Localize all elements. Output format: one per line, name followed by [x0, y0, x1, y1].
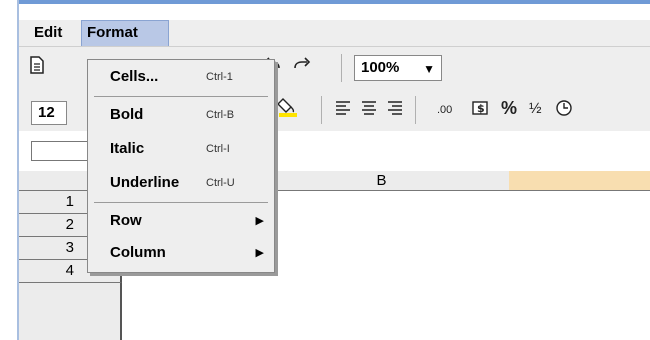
toolbar-separator	[415, 96, 416, 124]
menu-item-label: Underline	[110, 174, 180, 191]
menu-item-bold[interactable]: Bold Ctrl-B	[88, 100, 274, 130]
fill-color-icon[interactable]	[277, 95, 299, 124]
spreadsheet-app: Edit Format 100% ▼ 12 .00 $ % ½ B 1 2 3 …	[19, 4, 650, 340]
menu-item-cells[interactable]: Cells... Ctrl-1	[88, 62, 274, 92]
menu-item-row[interactable]: Row ▶	[88, 206, 274, 236]
align-left-icon[interactable]	[335, 100, 351, 121]
format-menu-dropdown: Cells... Ctrl-1 Bold Ctrl-B Italic Ctrl-…	[87, 59, 275, 273]
menu-item-shortcut: Ctrl-I	[206, 143, 230, 155]
toolbar-separator	[321, 96, 322, 124]
menu-edit[interactable]: Edit	[29, 20, 79, 46]
font-size-select[interactable]: 12	[31, 101, 67, 125]
submenu-arrow-icon: ▶	[255, 215, 264, 227]
menu-separator	[94, 202, 268, 203]
menu-item-column[interactable]: Column ▶	[88, 238, 274, 268]
percent-button[interactable]: %	[501, 98, 517, 119]
menu-item-shortcut: Ctrl-1	[206, 71, 233, 83]
redo-icon[interactable]	[291, 57, 311, 78]
fraction-button[interactable]: ½	[529, 100, 542, 117]
align-center-icon[interactable]	[361, 100, 377, 121]
menu-item-label: Cells...	[110, 68, 159, 85]
decimals-button[interactable]: .00	[437, 104, 452, 116]
clock-icon[interactable]	[555, 99, 573, 122]
column-header-b[interactable]: B	[254, 171, 509, 191]
submenu-arrow-icon: ▶	[255, 247, 264, 259]
menu-format[interactable]: Format	[81, 20, 169, 46]
chevron-down-icon: ▼	[423, 62, 435, 76]
menu-item-shortcut: Ctrl-B	[206, 109, 235, 121]
zoom-value: 100%	[361, 59, 400, 76]
align-right-icon[interactable]	[387, 100, 403, 121]
menu-item-underline[interactable]: Underline Ctrl-U	[88, 168, 274, 198]
toolbar-separator	[341, 54, 342, 82]
svg-text:$: $	[477, 102, 485, 115]
menubar: Edit Format	[19, 20, 650, 47]
new-document-icon[interactable]	[29, 56, 45, 79]
menu-item-label: Column	[110, 244, 166, 261]
column-header-c[interactable]	[509, 171, 650, 191]
menu-item-italic[interactable]: Italic Ctrl-I	[88, 134, 274, 164]
screen: Edit Format 100% ▼ 12 .00 $ % ½ B 1 2 3 …	[0, 0, 650, 340]
currency-icon[interactable]: $	[471, 98, 491, 123]
menu-separator	[94, 96, 268, 97]
font-size-value: 12	[38, 104, 55, 121]
row-header-filler	[19, 283, 122, 340]
menu-item-label: Italic	[110, 140, 145, 157]
zoom-select[interactable]: 100% ▼	[354, 55, 442, 81]
menu-item-label: Bold	[110, 106, 144, 123]
menu-item-label: Row	[110, 212, 142, 229]
menu-item-shortcut: Ctrl-U	[206, 177, 235, 189]
